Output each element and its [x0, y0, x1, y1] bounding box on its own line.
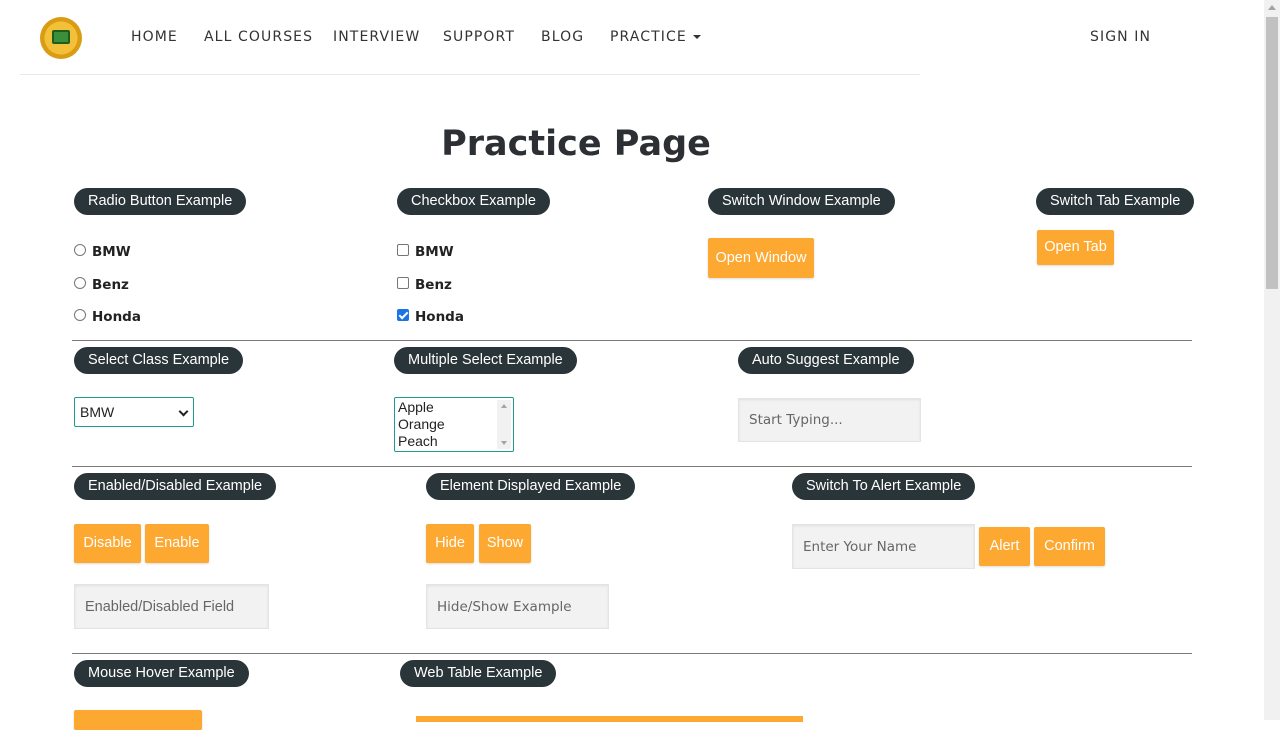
show-button[interactable]: Show: [479, 524, 531, 563]
hide-show-field[interactable]: Hide/Show Example: [426, 584, 609, 629]
hide-button[interactable]: Hide: [426, 524, 474, 563]
nav-divider: [20, 74, 920, 75]
disable-button[interactable]: Disable: [74, 524, 141, 563]
multi-select-option[interactable]: Orange: [398, 416, 445, 432]
checkbox-benz[interactable]: [397, 277, 409, 289]
web-table-header: [416, 716, 803, 722]
auto-suggest-input[interactable]: Start Typing...: [738, 398, 921, 442]
switch-window-legend: Switch Window Example: [708, 188, 895, 215]
checkbox-legend: Checkbox Example: [397, 188, 550, 215]
mouse-hover-legend: Mouse Hover Example: [74, 660, 249, 687]
name-input[interactable]: Enter Your Name: [792, 524, 975, 569]
checkbox-honda-label: Honda: [415, 309, 464, 325]
navbar: HOME ALL COURSES INTERVIEW SUPPORT BLOG …: [0, 0, 1264, 76]
radio-honda-label: Honda: [92, 309, 141, 325]
checkbox-bmw[interactable]: [397, 244, 409, 256]
sign-in-link[interactable]: SIGN IN: [1090, 29, 1151, 45]
select-class-legend: Select Class Example: [74, 347, 244, 374]
open-tab-button[interactable]: Open Tab: [1037, 230, 1114, 265]
auto-suggest-legend: Auto Suggest Example: [738, 347, 914, 374]
nav-practice-label: PRACTICE: [610, 29, 687, 45]
nav-practice[interactable]: PRACTICE: [610, 29, 701, 45]
element-displayed-legend: Element Displayed Example: [426, 473, 636, 500]
open-window-button[interactable]: Open Window: [708, 238, 814, 278]
nav-support[interactable]: SUPPORT: [443, 29, 515, 45]
section-divider: [72, 653, 1192, 654]
logo-icon[interactable]: [40, 17, 82, 59]
radio-legend: Radio Button Example: [74, 188, 247, 215]
multi-select-option[interactable]: Apple: [398, 399, 434, 415]
scrollbar-thumb[interactable]: [1266, 17, 1278, 289]
nav-home[interactable]: HOME: [131, 29, 178, 45]
alert-legend: Switch To Alert Example: [792, 473, 976, 500]
multi-select-legend: Multiple Select Example: [394, 347, 577, 374]
enable-button[interactable]: Enable: [145, 524, 209, 563]
caret-down-icon: [692, 35, 701, 39]
mouse-hover-button[interactable]: [74, 710, 202, 730]
page-scrollbar[interactable]: [1264, 0, 1280, 720]
nav-interview[interactable]: INTERVIEW: [333, 29, 420, 45]
scroll-up-icon[interactable]: [1268, 5, 1276, 10]
checkbox-bmw-label: BMW: [415, 244, 454, 260]
radio-bmw-label: BMW: [92, 244, 131, 260]
section-divider: [72, 466, 1192, 467]
chevron-down-icon: [178, 406, 189, 417]
checkbox-honda[interactable]: [397, 309, 409, 321]
web-table-legend: Web Table Example: [400, 660, 557, 687]
select-class-value: BMW: [80, 404, 115, 420]
confirm-button[interactable]: Confirm: [1034, 527, 1105, 566]
nav-all-courses[interactable]: ALL COURSES: [204, 29, 313, 45]
page-title: Practice Page: [441, 124, 711, 164]
radio-benz-label: Benz: [92, 277, 129, 293]
radio-honda[interactable]: [74, 309, 86, 321]
switch-tab-legend: Switch Tab Example: [1036, 188, 1195, 215]
checkbox-benz-label: Benz: [415, 277, 452, 293]
select-class-dropdown[interactable]: BMW: [74, 397, 194, 427]
radio-benz[interactable]: [74, 277, 86, 289]
enabled-disabled-field[interactable]: Enabled/Disabled Field: [74, 584, 269, 629]
section-divider: [72, 340, 1192, 341]
enabled-disabled-legend: Enabled/Disabled Example: [74, 473, 277, 500]
nav-blog[interactable]: BLOG: [541, 29, 584, 45]
alert-button[interactable]: Alert: [979, 527, 1030, 566]
multi-select-list[interactable]: Apple Orange Peach: [394, 397, 514, 452]
radio-bmw[interactable]: [74, 244, 86, 256]
multi-select-scrollbar[interactable]: [497, 400, 511, 449]
multi-select-option[interactable]: Peach: [398, 433, 438, 449]
